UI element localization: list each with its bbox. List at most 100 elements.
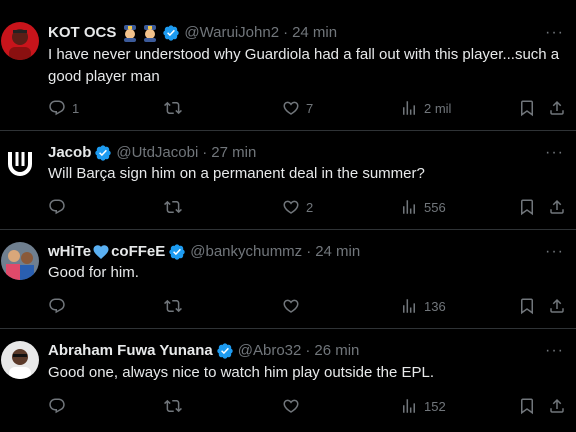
- analytics-icon: [400, 397, 418, 415]
- share-icon: [548, 99, 566, 117]
- reply-icon: [48, 198, 66, 216]
- reply-button[interactable]: 1: [48, 99, 79, 117]
- tweet-text: Good one, always nice to watch him play …: [48, 364, 435, 381]
- tweet-text: Good for him.: [48, 264, 139, 281]
- more-options-icon[interactable]: ···: [545, 25, 564, 41]
- analytics-icon: [400, 297, 418, 315]
- display-name[interactable]: Abraham Fuwa Yunana: [48, 340, 213, 362]
- bookmark-button[interactable]: [518, 99, 536, 117]
- bookmark-icon: [518, 297, 536, 315]
- retweet-icon: [164, 397, 182, 415]
- tweet-text: Will Barça sign him on a permanent deal …: [48, 165, 425, 182]
- bookmark-icon: [518, 99, 536, 117]
- heart-icon: [282, 397, 300, 415]
- police-officer-emoji-icon: [121, 24, 139, 42]
- tweet-3[interactable]: wHiTe coFFeE @bankychummz · 24 min ··· G…: [0, 230, 576, 329]
- timestamp[interactable]: 24 min: [315, 241, 360, 263]
- like-count: 2: [306, 199, 314, 215]
- display-name[interactable]: wHiTe: [48, 241, 91, 263]
- display-name[interactable]: Jacob: [48, 142, 91, 164]
- tweet-1[interactable]: KOT OCS @WaruiJohn2 · 24 min ··· I have …: [0, 0, 576, 131]
- retweet-button[interactable]: [164, 297, 182, 315]
- verified-badge-icon[interactable]: [94, 144, 112, 162]
- handle[interactable]: @WaruiJohn2: [184, 22, 279, 44]
- avatar[interactable]: [1, 143, 39, 181]
- reply-button[interactable]: [48, 198, 66, 216]
- heart-icon: [282, 297, 300, 315]
- display-name-tail[interactable]: coFFeE: [111, 241, 165, 263]
- view-count: 2 mil: [424, 100, 452, 116]
- avatar[interactable]: [1, 22, 39, 60]
- reply-button[interactable]: [48, 297, 66, 315]
- retweet-icon: [164, 297, 182, 315]
- like-count: 7: [306, 100, 314, 116]
- share-icon: [548, 198, 566, 216]
- tweet-2[interactable]: Jacob @UtdJacobi · 27 min ··· Will Barça…: [0, 131, 576, 230]
- more-options-icon[interactable]: ···: [545, 343, 564, 359]
- avatar[interactable]: [1, 341, 39, 379]
- verified-badge-icon[interactable]: [216, 342, 234, 360]
- bookmark-button[interactable]: [518, 397, 536, 415]
- display-name[interactable]: KOT OCS: [48, 22, 116, 44]
- handle[interactable]: @UtdJacobi: [116, 142, 198, 164]
- timestamp[interactable]: 27 min: [211, 142, 256, 164]
- tweet-text: I have never understood why Guardiola ha…: [48, 46, 560, 85]
- blue-heart-emoji-icon: [92, 243, 110, 261]
- police-officer-emoji-icon: [141, 24, 159, 42]
- timestamp[interactable]: 26 min: [314, 340, 359, 362]
- views-button[interactable]: 556: [400, 198, 446, 216]
- reply-button[interactable]: [48, 397, 66, 415]
- analytics-icon: [400, 99, 418, 117]
- more-options-icon[interactable]: ···: [545, 145, 564, 161]
- separator: ·: [305, 342, 311, 359]
- handle[interactable]: @bankychummz: [190, 241, 302, 263]
- reply-icon: [48, 99, 66, 117]
- bookmark-icon: [518, 198, 536, 216]
- view-count: 136: [424, 298, 446, 314]
- separator: ·: [283, 24, 289, 41]
- tweet-actions: 152: [48, 397, 568, 417]
- retweet-button[interactable]: [164, 397, 182, 415]
- views-button[interactable]: 136: [400, 297, 446, 315]
- handle[interactable]: @Abro32: [238, 340, 302, 362]
- like-button[interactable]: 7: [282, 99, 313, 117]
- like-button[interactable]: [282, 397, 300, 415]
- retweet-icon: [164, 198, 182, 216]
- tweet-4[interactable]: Abraham Fuwa Yunana @Abro32 · 26 min ···…: [0, 329, 576, 432]
- tweet-actions: 1 7 2 mil: [48, 99, 568, 119]
- bookmark-button[interactable]: [518, 297, 536, 315]
- heart-icon: [282, 198, 300, 216]
- like-button[interactable]: [282, 297, 300, 315]
- tweet-header: Jacob @UtdJacobi · 27 min: [48, 142, 576, 164]
- share-icon: [548, 297, 566, 315]
- share-button[interactable]: [548, 198, 566, 216]
- views-button[interactable]: 152: [400, 397, 446, 415]
- verified-badge-icon[interactable]: [162, 24, 180, 42]
- more-options-icon[interactable]: ···: [545, 244, 564, 260]
- heart-icon: [282, 99, 300, 117]
- reply-icon: [48, 397, 66, 415]
- reply-count: 1: [72, 100, 80, 116]
- views-button[interactable]: 2 mil: [400, 99, 451, 117]
- tweet-header: Abraham Fuwa Yunana @Abro32 · 26 min: [48, 340, 576, 362]
- tweet-actions: 136: [48, 297, 568, 317]
- timestamp[interactable]: 24 min: [292, 22, 337, 44]
- share-button[interactable]: [548, 297, 566, 315]
- tweet-header: KOT OCS @WaruiJohn2 · 24 min: [48, 22, 576, 44]
- bookmark-button[interactable]: [518, 198, 536, 216]
- reply-icon: [48, 297, 66, 315]
- share-button[interactable]: [548, 99, 566, 117]
- retweet-button[interactable]: [164, 198, 182, 216]
- separator: ·: [306, 243, 312, 260]
- avatar[interactable]: [1, 242, 39, 280]
- separator: ·: [202, 144, 208, 161]
- view-count: 556: [424, 199, 446, 215]
- tweet-header: wHiTe coFFeE @bankychummz · 24 min: [48, 241, 576, 263]
- view-count: 152: [424, 398, 446, 414]
- retweet-button[interactable]: [164, 99, 182, 117]
- verified-badge-icon[interactable]: [168, 243, 186, 261]
- like-button[interactable]: 2: [282, 198, 313, 216]
- share-icon: [548, 397, 566, 415]
- tweet-actions: 2 556: [48, 198, 568, 218]
- share-button[interactable]: [548, 397, 566, 415]
